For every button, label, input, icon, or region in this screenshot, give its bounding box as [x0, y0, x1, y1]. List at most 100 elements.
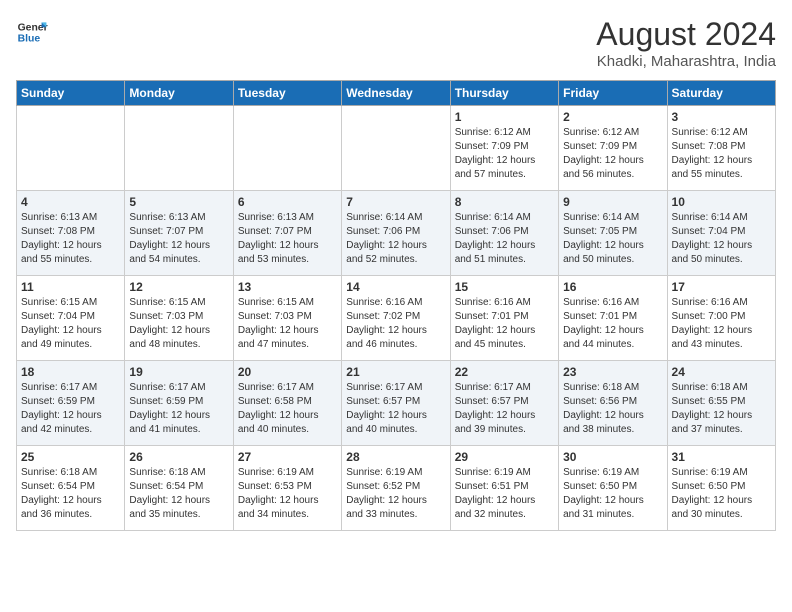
day-number: 9 — [563, 195, 662, 209]
day-cell: 24 Sunrise: 6:18 AM Sunset: 6:55 PM Dayli… — [667, 361, 775, 446]
day-cell: 19 Sunrise: 6:17 AM Sunset: 6:59 PM Dayli… — [125, 361, 233, 446]
day-cell: 5 Sunrise: 6:13 AM Sunset: 7:07 PM Daylig… — [125, 191, 233, 276]
day-info: Sunrise: 6:14 AM Sunset: 7:04 PM Dayligh… — [672, 211, 771, 267]
day-info: Sunrise: 6:13 AM Sunset: 7:07 PM Dayligh… — [238, 211, 337, 267]
day-info: Sunrise: 6:14 AM Sunset: 7:05 PM Dayligh… — [563, 211, 662, 267]
day-number: 27 — [238, 450, 337, 464]
day-cell: 14 Sunrise: 6:16 AM Sunset: 7:02 PM Dayli… — [342, 276, 450, 361]
day-cell: 18Sunrise: 6:17 AM Sunset: 6:59 PM Dayli… — [17, 361, 125, 446]
day-info: Sunrise: 6:18 AM Sunset: 6:54 PM Dayligh… — [21, 466, 120, 522]
column-header-wednesday: Wednesday — [342, 81, 450, 106]
location-subtitle: Khadki, Maharashtra, India — [596, 53, 776, 70]
day-number: 16 — [563, 280, 662, 294]
day-cell: 27 Sunrise: 6:19 AM Sunset: 6:53 PM Dayli… — [233, 446, 341, 531]
day-number: 19 — [129, 365, 228, 379]
day-info: Sunrise: 6:13 AM Sunset: 7:07 PM Dayligh… — [129, 211, 228, 267]
day-cell: 7 Sunrise: 6:14 AM Sunset: 7:06 PM Daylig… — [342, 191, 450, 276]
day-number: 11 — [21, 280, 120, 294]
day-cell: 28 Sunrise: 6:19 AM Sunset: 6:52 PM Dayli… — [342, 446, 450, 531]
day-number: 31 — [672, 450, 771, 464]
day-cell: 25 Sunrise: 6:18 AM Sunset: 6:54 PM Dayli… — [17, 446, 125, 531]
column-header-thursday: Thursday — [450, 81, 558, 106]
day-number: 26 — [129, 450, 228, 464]
day-info: Sunrise: 6:12 AM Sunset: 7:08 PM Dayligh… — [672, 126, 771, 182]
day-number: 6 — [238, 195, 337, 209]
day-info: Sunrise: 6:14 AM Sunset: 7:06 PM Dayligh… — [346, 211, 445, 267]
day-number: 8 — [455, 195, 554, 209]
day-info: Sunrise: 6:19 AM Sunset: 6:50 PM Dayligh… — [563, 466, 662, 522]
day-number: 3 — [672, 110, 771, 124]
day-cell — [17, 106, 125, 191]
day-info: Sunrise: 6:13 AM Sunset: 7:08 PM Dayligh… — [21, 211, 120, 267]
day-number: 20 — [238, 365, 337, 379]
day-cell — [342, 106, 450, 191]
day-cell: 13 Sunrise: 6:15 AM Sunset: 7:03 PM Dayli… — [233, 276, 341, 361]
day-cell: 29 Sunrise: 6:19 AM Sunset: 6:51 PM Dayli… — [450, 446, 558, 531]
day-number: 5 — [129, 195, 228, 209]
day-info: Sunrise: 6:16 AM Sunset: 7:00 PM Dayligh… — [672, 296, 771, 352]
day-cell: 3 Sunrise: 6:12 AM Sunset: 7:08 PM Daylig… — [667, 106, 775, 191]
day-cell: 8Sunrise: 6:14 AM Sunset: 7:06 PM Daylig… — [450, 191, 558, 276]
day-info: Sunrise: 6:19 AM Sunset: 6:51 PM Dayligh… — [455, 466, 554, 522]
calendar-header-row: SundayMondayTuesdayWednesdayThursdayFrid… — [17, 81, 776, 106]
day-info: Sunrise: 6:17 AM Sunset: 6:59 PM Dayligh… — [129, 381, 228, 437]
day-number: 12 — [129, 280, 228, 294]
day-info: Sunrise: 6:16 AM Sunset: 7:01 PM Dayligh… — [563, 296, 662, 352]
month-year-title: August 2024 — [596, 16, 776, 53]
day-info: Sunrise: 6:18 AM Sunset: 6:55 PM Dayligh… — [672, 381, 771, 437]
day-number: 23 — [563, 365, 662, 379]
day-number: 29 — [455, 450, 554, 464]
column-header-sunday: Sunday — [17, 81, 125, 106]
column-header-tuesday: Tuesday — [233, 81, 341, 106]
column-header-friday: Friday — [559, 81, 667, 106]
week-row-4: 18Sunrise: 6:17 AM Sunset: 6:59 PM Dayli… — [17, 361, 776, 446]
day-number: 4 — [21, 195, 120, 209]
day-cell: 26 Sunrise: 6:18 AM Sunset: 6:54 PM Dayli… — [125, 446, 233, 531]
day-cell: 15 Sunrise: 6:16 AM Sunset: 7:01 PM Dayli… — [450, 276, 558, 361]
day-number: 13 — [238, 280, 337, 294]
column-header-saturday: Saturday — [667, 81, 775, 106]
day-cell: 16 Sunrise: 6:16 AM Sunset: 7:01 PM Dayli… — [559, 276, 667, 361]
day-info: Sunrise: 6:15 AM Sunset: 7:03 PM Dayligh… — [238, 296, 337, 352]
day-cell: 2Sunrise: 6:12 AM Sunset: 7:09 PM Daylig… — [559, 106, 667, 191]
day-number: 28 — [346, 450, 445, 464]
column-header-monday: Monday — [125, 81, 233, 106]
day-cell: 30 Sunrise: 6:19 AM Sunset: 6:50 PM Dayli… — [559, 446, 667, 531]
day-number: 30 — [563, 450, 662, 464]
day-number: 25 — [21, 450, 120, 464]
day-cell: 10Sunrise: 6:14 AM Sunset: 7:04 PM Dayli… — [667, 191, 775, 276]
day-info: Sunrise: 6:19 AM Sunset: 6:50 PM Dayligh… — [672, 466, 771, 522]
day-cell: 21 Sunrise: 6:17 AM Sunset: 6:57 PM Dayli… — [342, 361, 450, 446]
calendar-table: SundayMondayTuesdayWednesdayThursdayFrid… — [16, 80, 776, 531]
day-info: Sunrise: 6:16 AM Sunset: 7:02 PM Dayligh… — [346, 296, 445, 352]
week-row-5: 25 Sunrise: 6:18 AM Sunset: 6:54 PM Dayli… — [17, 446, 776, 531]
day-info: Sunrise: 6:17 AM Sunset: 6:57 PM Dayligh… — [346, 381, 445, 437]
day-number: 17 — [672, 280, 771, 294]
day-cell: 6 Sunrise: 6:13 AM Sunset: 7:07 PM Daylig… — [233, 191, 341, 276]
page-header: General Blue August 2024 Khadki, Maharas… — [16, 16, 776, 70]
day-info: Sunrise: 6:15 AM Sunset: 7:04 PM Dayligh… — [21, 296, 120, 352]
day-cell: 17 Sunrise: 6:16 AM Sunset: 7:00 PM Dayli… — [667, 276, 775, 361]
day-number: 14 — [346, 280, 445, 294]
day-number: 21 — [346, 365, 445, 379]
day-info: Sunrise: 6:18 AM Sunset: 6:56 PM Dayligh… — [563, 381, 662, 437]
day-cell — [125, 106, 233, 191]
day-cell: 22Sunrise: 6:17 AM Sunset: 6:57 PM Dayli… — [450, 361, 558, 446]
day-info: Sunrise: 6:12 AM Sunset: 7:09 PM Dayligh… — [455, 126, 554, 182]
day-number: 1 — [455, 110, 554, 124]
day-info: Sunrise: 6:19 AM Sunset: 6:52 PM Dayligh… — [346, 466, 445, 522]
day-number: 24 — [672, 365, 771, 379]
day-cell: 1 Sunrise: 6:12 AM Sunset: 7:09 PM Daylig… — [450, 106, 558, 191]
day-info: Sunrise: 6:16 AM Sunset: 7:01 PM Dayligh… — [455, 296, 554, 352]
title-block: August 2024 Khadki, Maharashtra, India — [596, 16, 776, 70]
day-info: Sunrise: 6:18 AM Sunset: 6:54 PM Dayligh… — [129, 466, 228, 522]
day-number: 7 — [346, 195, 445, 209]
day-cell: 12Sunrise: 6:15 AM Sunset: 7:03 PM Dayli… — [125, 276, 233, 361]
day-cell: 9 Sunrise: 6:14 AM Sunset: 7:05 PM Daylig… — [559, 191, 667, 276]
day-number: 15 — [455, 280, 554, 294]
day-info: Sunrise: 6:19 AM Sunset: 6:53 PM Dayligh… — [238, 466, 337, 522]
day-cell: 31 Sunrise: 6:19 AM Sunset: 6:50 PM Dayli… — [667, 446, 775, 531]
day-cell: 23 Sunrise: 6:18 AM Sunset: 6:56 PM Dayli… — [559, 361, 667, 446]
week-row-2: 4 Sunrise: 6:13 AM Sunset: 7:08 PM Daylig… — [17, 191, 776, 276]
week-row-3: 11 Sunrise: 6:15 AM Sunset: 7:04 PM Dayli… — [17, 276, 776, 361]
